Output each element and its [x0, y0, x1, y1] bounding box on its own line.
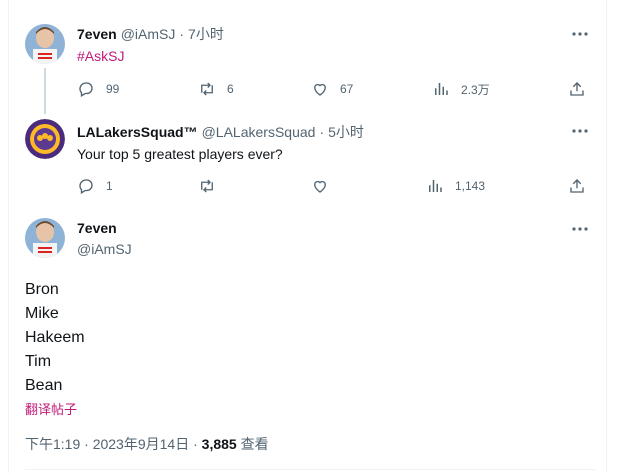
heart-icon — [314, 83, 326, 96]
reply-icon — [79, 82, 93, 97]
avatar[interactable] — [25, 24, 65, 64]
retweet-count: 6 — [227, 82, 234, 96]
avatar-7even-image — [25, 24, 65, 64]
separator-dot: · — [193, 436, 198, 452]
more-dots-icon — [572, 227, 588, 231]
tweet-line: Mike — [25, 305, 59, 322]
translate-post-link[interactable]: 翻译帖子 — [25, 399, 77, 418]
views-chart-icon — [429, 180, 442, 192]
tweet-thread-panel — [8, 0, 607, 473]
author-name[interactable]: 7even — [77, 220, 117, 236]
reply-button[interactable]: 1 — [77, 176, 113, 196]
retweet-button[interactable] — [198, 176, 227, 196]
heart-icon — [314, 180, 326, 193]
tweet-body: Bron Mike Hakeem Tim Bean — [25, 278, 85, 398]
like-button[interactable] — [311, 176, 340, 196]
tweet-actions: 99 6 67 2.3万 — [77, 79, 597, 99]
tweet-line: Tim — [25, 353, 52, 370]
tweet-time[interactable]: 5小时 — [328, 122, 364, 142]
retweet-icon — [201, 82, 213, 96]
post-date[interactable]: 2023年9月14日 — [93, 436, 190, 452]
avatar-7even-image — [25, 218, 65, 258]
like-count: 67 — [340, 82, 354, 96]
reply-icon — [79, 179, 93, 194]
more-dots-icon — [572, 129, 588, 133]
tweet-line: Bron — [25, 281, 59, 298]
views-count: 2.3万 — [461, 82, 490, 97]
more-options-button[interactable] — [571, 122, 589, 140]
thread-connector — [44, 68, 46, 114]
separator-dot: · — [179, 26, 185, 42]
tweet-header: 7even @iAmSJ · 7小时 — [77, 24, 224, 44]
more-dots-icon — [572, 32, 588, 36]
reply-button[interactable]: 99 — [77, 79, 119, 99]
author-name[interactable]: LALakersSquad™ — [77, 124, 198, 140]
author-handle[interactable]: @iAmSJ — [121, 26, 176, 42]
more-options-button[interactable] — [571, 25, 589, 43]
reply-count: 1 — [106, 179, 113, 193]
views-button[interactable]: 1,143 — [426, 176, 485, 196]
views-total: 3,885 — [201, 436, 237, 452]
author-handle[interactable]: @iAmSJ — [77, 241, 132, 257]
tweet-line: Bean — [25, 377, 63, 394]
avatar[interactable] — [25, 119, 65, 159]
tweet-line: Hakeem — [25, 329, 85, 346]
tweet-text: Your top 5 greatest players ever? — [77, 146, 283, 162]
share-button[interactable] — [568, 79, 586, 99]
tweet-actions: 1 1,143 — [77, 176, 597, 196]
post-time[interactable]: 下午1:19 — [25, 436, 80, 452]
tweet-time[interactable]: 7小时 — [188, 24, 224, 44]
retweet-button[interactable]: 6 — [198, 79, 234, 99]
author-name[interactable]: 7even — [77, 26, 117, 42]
retweet-icon — [201, 179, 213, 193]
views-button[interactable]: 2.3万 — [432, 79, 490, 99]
author-handle[interactable]: @LALakersSquad — [202, 124, 316, 140]
share-icon — [570, 179, 584, 193]
views-count: 1,143 — [455, 179, 486, 193]
share-icon — [570, 82, 584, 96]
separator-dot: · — [84, 436, 89, 452]
like-button[interactable]: 67 — [311, 79, 353, 99]
more-options-button[interactable] — [571, 220, 589, 238]
tweet-meta: 下午1:19 · 2023年9月14日 · 3,885 查看 — [25, 434, 269, 454]
divider — [25, 469, 595, 470]
share-button[interactable] — [568, 176, 586, 196]
views-label: 查看 — [240, 436, 269, 452]
reply-count: 99 — [106, 82, 120, 96]
tweet-header: LALakersSquad™ @LALakersSquad · 5小时 — [77, 122, 364, 142]
hashtag-link[interactable]: #AskSJ — [77, 46, 124, 66]
lakers-squad-logo-icon — [25, 119, 65, 159]
views-chart-icon — [435, 83, 448, 95]
separator-dot: · — [319, 124, 325, 140]
avatar[interactable] — [25, 218, 65, 258]
